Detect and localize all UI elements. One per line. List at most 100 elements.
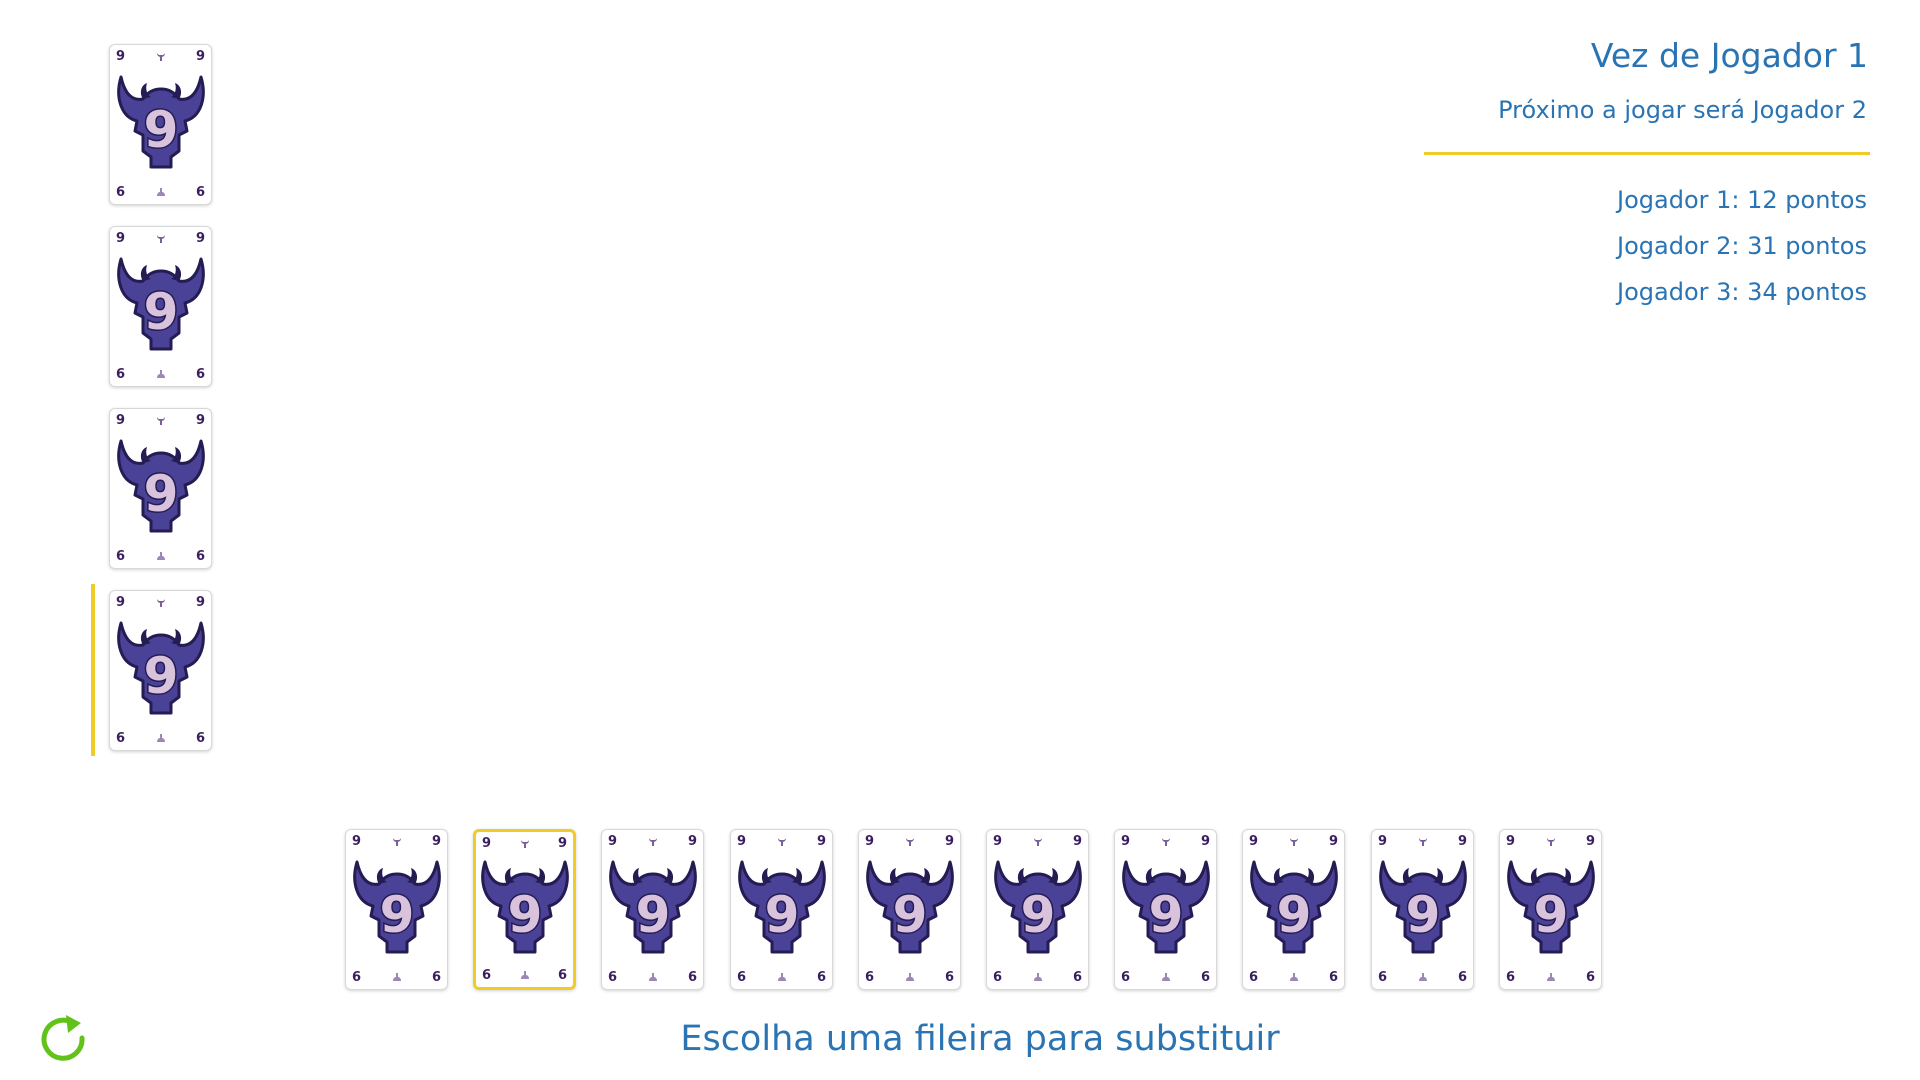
svg-text:9: 9 bbox=[635, 886, 670, 944]
hand-card[interactable]: 9 9 9 6 6 bbox=[473, 829, 576, 990]
mini-bull-icon bbox=[1289, 973, 1298, 981]
hand-card[interactable]: 9 9 9 6 6 bbox=[730, 829, 833, 990]
bull-head-icon: 9 bbox=[1506, 860, 1595, 953]
mini-bull-icon bbox=[1161, 838, 1170, 846]
restart-button[interactable] bbox=[36, 1012, 92, 1068]
score-player-1: Jogador 1: 12 pontos bbox=[1617, 186, 1867, 214]
svg-text:9: 9 bbox=[143, 283, 178, 341]
mini-bull-icon bbox=[156, 188, 165, 196]
card-penalty: 6 bbox=[482, 968, 492, 983]
instruction-text: Escolha uma fileira para substituir bbox=[680, 1019, 1280, 1059]
svg-text:9: 9 bbox=[1276, 886, 1311, 944]
row-3-card[interactable]: 9 9 9 6 6 bbox=[109, 408, 212, 569]
card-value: 9 bbox=[1249, 834, 1259, 849]
row-2-card[interactable]: 9 9 9 6 6 bbox=[109, 226, 212, 387]
card-penalty: 6 bbox=[1378, 970, 1388, 985]
bull-head-icon: 9 bbox=[1121, 860, 1210, 953]
game-board: Vez de Jogador 1 Próximo a jogar será Jo… bbox=[0, 0, 1920, 1080]
mini-bull-icon bbox=[156, 552, 165, 560]
card-value: 9 bbox=[116, 49, 126, 64]
mini-bull-icon bbox=[648, 973, 657, 981]
card-penalty: 6 bbox=[352, 970, 362, 985]
card-penalty: 6 bbox=[737, 970, 747, 985]
mini-bull-icon bbox=[1033, 838, 1042, 846]
card-penalty: 6 bbox=[865, 970, 875, 985]
mini-bull-icon bbox=[1546, 838, 1555, 846]
card-penalty: 6 bbox=[1072, 970, 1082, 985]
card-penalty: 6 bbox=[195, 549, 205, 564]
card-penalty: 6 bbox=[1506, 970, 1516, 985]
scoreboard: Jogador 1: 12 pontos Jogador 2: 31 ponto… bbox=[1617, 184, 1867, 322]
hand-card[interactable]: 9 9 9 6 6 bbox=[986, 829, 1089, 990]
row-4-card[interactable]: 9 9 9 6 6 bbox=[109, 590, 212, 751]
card-penalty: 6 bbox=[687, 970, 697, 985]
card-value: 9 bbox=[116, 231, 126, 246]
svg-text:9: 9 bbox=[1405, 886, 1440, 944]
card-value: 9 bbox=[116, 595, 126, 610]
header-divider bbox=[1424, 152, 1870, 155]
bull-head-icon: 9 bbox=[1249, 860, 1338, 953]
card-value: 9 bbox=[993, 834, 1003, 849]
card-value: 9 bbox=[1200, 834, 1210, 849]
bull-head-icon: 9 bbox=[116, 439, 205, 532]
score-player-3: Jogador 3: 34 pontos bbox=[1617, 278, 1867, 306]
card-value: 9 bbox=[1506, 834, 1516, 849]
mini-bull-icon bbox=[520, 971, 529, 979]
card-value: 9 bbox=[1585, 834, 1595, 849]
mini-bull-icon bbox=[392, 973, 401, 981]
hand-card[interactable]: 9 9 9 6 6 bbox=[1114, 829, 1217, 990]
card-penalty: 6 bbox=[1249, 970, 1259, 985]
card-value: 9 bbox=[116, 413, 126, 428]
card-value: 9 bbox=[1378, 834, 1388, 849]
card-value: 9 bbox=[195, 49, 205, 64]
hand-card[interactable]: 9 9 9 6 6 bbox=[345, 829, 448, 990]
mini-bull-icon bbox=[156, 370, 165, 378]
mini-bull-icon bbox=[1418, 838, 1427, 846]
svg-text:9: 9 bbox=[379, 886, 414, 944]
card-value: 9 bbox=[431, 834, 441, 849]
card-penalty: 6 bbox=[608, 970, 618, 985]
card-penalty: 6 bbox=[116, 549, 126, 564]
card-value: 9 bbox=[1328, 834, 1338, 849]
bull-head-icon: 9 bbox=[865, 860, 954, 953]
mini-bull-icon bbox=[1289, 838, 1298, 846]
mini-bull-icon bbox=[156, 235, 165, 243]
mini-bull-icon bbox=[1418, 973, 1427, 981]
svg-text:9: 9 bbox=[1020, 886, 1055, 944]
bull-head-icon: 9 bbox=[737, 860, 826, 953]
svg-text:9: 9 bbox=[1148, 886, 1183, 944]
card-value: 9 bbox=[195, 595, 205, 610]
card-penalty: 6 bbox=[557, 968, 567, 983]
hand-card[interactable]: 9 9 9 6 6 bbox=[601, 829, 704, 990]
card-penalty: 6 bbox=[944, 970, 954, 985]
hand-card[interactable]: 9 9 9 6 6 bbox=[1499, 829, 1602, 990]
mini-bull-icon bbox=[156, 734, 165, 742]
card-value: 9 bbox=[195, 413, 205, 428]
bull-head-icon: 9 bbox=[352, 860, 441, 953]
card-value: 9 bbox=[557, 836, 567, 851]
hand-card[interactable]: 9 9 9 6 6 bbox=[1242, 829, 1345, 990]
card-penalty: 6 bbox=[1121, 970, 1131, 985]
card-penalty: 6 bbox=[116, 731, 126, 746]
card-penalty: 6 bbox=[195, 185, 205, 200]
mini-bull-icon bbox=[777, 973, 786, 981]
bull-head-icon: 9 bbox=[116, 621, 205, 714]
card-value: 9 bbox=[687, 834, 697, 849]
mini-bull-icon bbox=[905, 973, 914, 981]
card-penalty: 6 bbox=[1328, 970, 1338, 985]
svg-text:9: 9 bbox=[764, 886, 799, 944]
hand-card[interactable]: 9 9 9 6 6 bbox=[1371, 829, 1474, 990]
card-value: 9 bbox=[1121, 834, 1131, 849]
svg-text:9: 9 bbox=[143, 647, 178, 705]
card-penalty: 6 bbox=[116, 367, 126, 382]
bull-head-icon: 9 bbox=[480, 860, 569, 953]
svg-text:9: 9 bbox=[143, 101, 178, 159]
card-value: 9 bbox=[816, 834, 826, 849]
bull-head-icon: 9 bbox=[116, 257, 205, 350]
card-penalty: 6 bbox=[816, 970, 826, 985]
bull-head-icon: 9 bbox=[993, 860, 1082, 953]
hand-card[interactable]: 9 9 9 6 6 bbox=[858, 829, 961, 990]
next-player-text: Próximo a jogar será Jogador 2 bbox=[1498, 96, 1867, 124]
mini-bull-icon bbox=[520, 840, 529, 848]
row-1-card[interactable]: 9 9 9 6 6 bbox=[109, 44, 212, 205]
